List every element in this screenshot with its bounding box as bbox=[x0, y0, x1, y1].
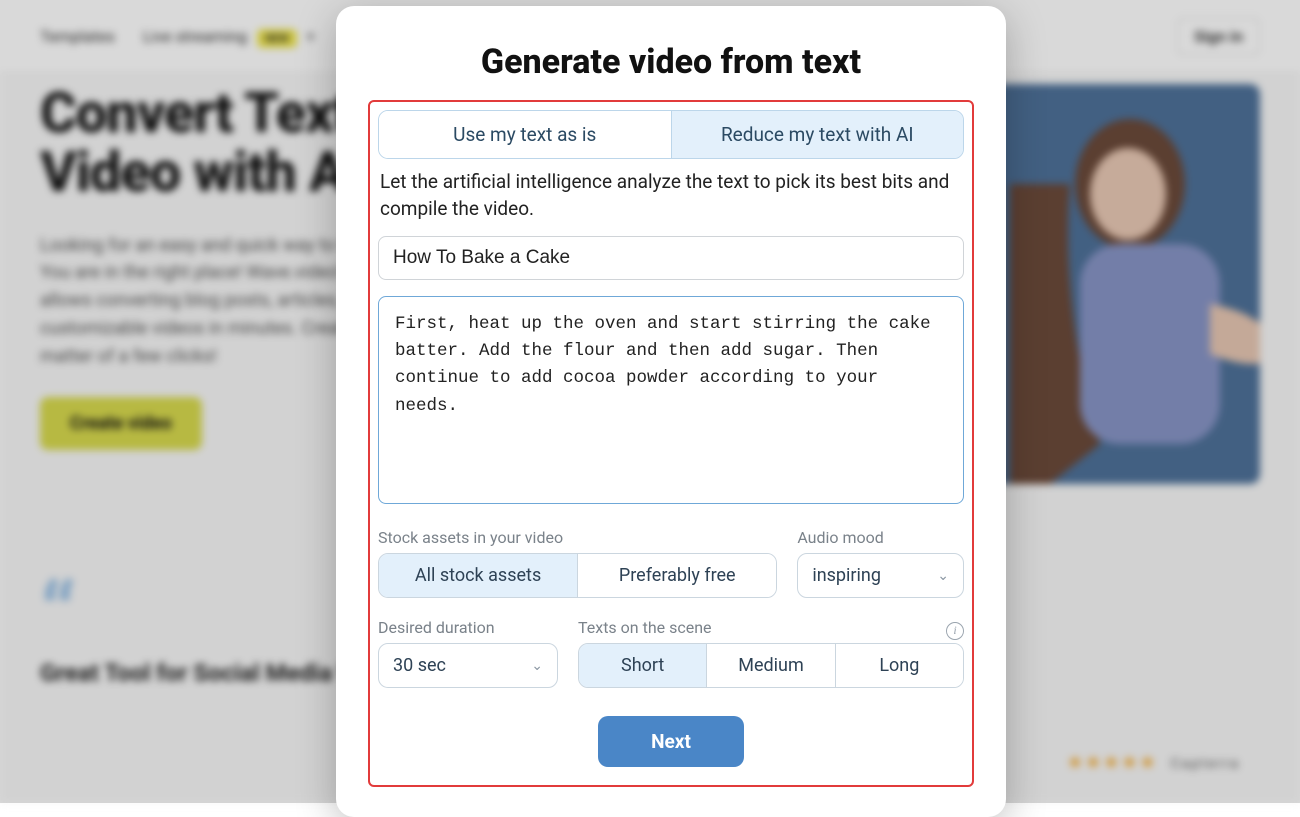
duration-value: 30 sec bbox=[393, 655, 446, 676]
chevron-down-icon: ⌄ bbox=[937, 568, 949, 584]
audio-mood-label: Audio mood bbox=[797, 528, 964, 547]
texts-long[interactable]: Long bbox=[835, 644, 963, 687]
video-title-input[interactable] bbox=[378, 236, 964, 280]
audio-mood-select[interactable]: inspiring ⌄ bbox=[797, 553, 964, 598]
modal-form-highlight: Use my text as is Reduce my text with AI… bbox=[368, 100, 974, 787]
info-icon[interactable]: i bbox=[946, 622, 964, 640]
stock-free[interactable]: Preferably free bbox=[577, 554, 776, 597]
duration-label: Desired duration bbox=[378, 618, 558, 637]
mode-description: Let the artificial intelligence analyze … bbox=[380, 169, 962, 222]
modal-title: Generate video from text bbox=[368, 42, 974, 82]
texts-medium[interactable]: Medium bbox=[706, 644, 834, 687]
stock-all[interactable]: All stock assets bbox=[379, 554, 577, 597]
stock-assets-label: Stock assets in your video bbox=[378, 528, 777, 547]
stock-assets-segmented: All stock assets Preferably free bbox=[378, 553, 777, 598]
next-button[interactable]: Next bbox=[598, 716, 744, 767]
texts-short[interactable]: Short bbox=[579, 644, 706, 687]
mode-reduce-ai[interactable]: Reduce my text with AI bbox=[671, 111, 964, 158]
chevron-down-icon: ⌄ bbox=[531, 658, 543, 674]
video-body-textarea[interactable] bbox=[378, 296, 964, 504]
duration-select[interactable]: 30 sec ⌄ bbox=[378, 643, 558, 688]
texts-scene-label: Texts on the scene bbox=[578, 618, 712, 637]
texts-scene-segmented: Short Medium Long bbox=[578, 643, 964, 688]
generate-video-modal: Generate video from text Use my text as … bbox=[336, 6, 1006, 817]
mode-use-as-is[interactable]: Use my text as is bbox=[379, 111, 671, 158]
audio-mood-value: inspiring bbox=[812, 565, 881, 586]
text-mode-segmented: Use my text as is Reduce my text with AI bbox=[378, 110, 964, 159]
